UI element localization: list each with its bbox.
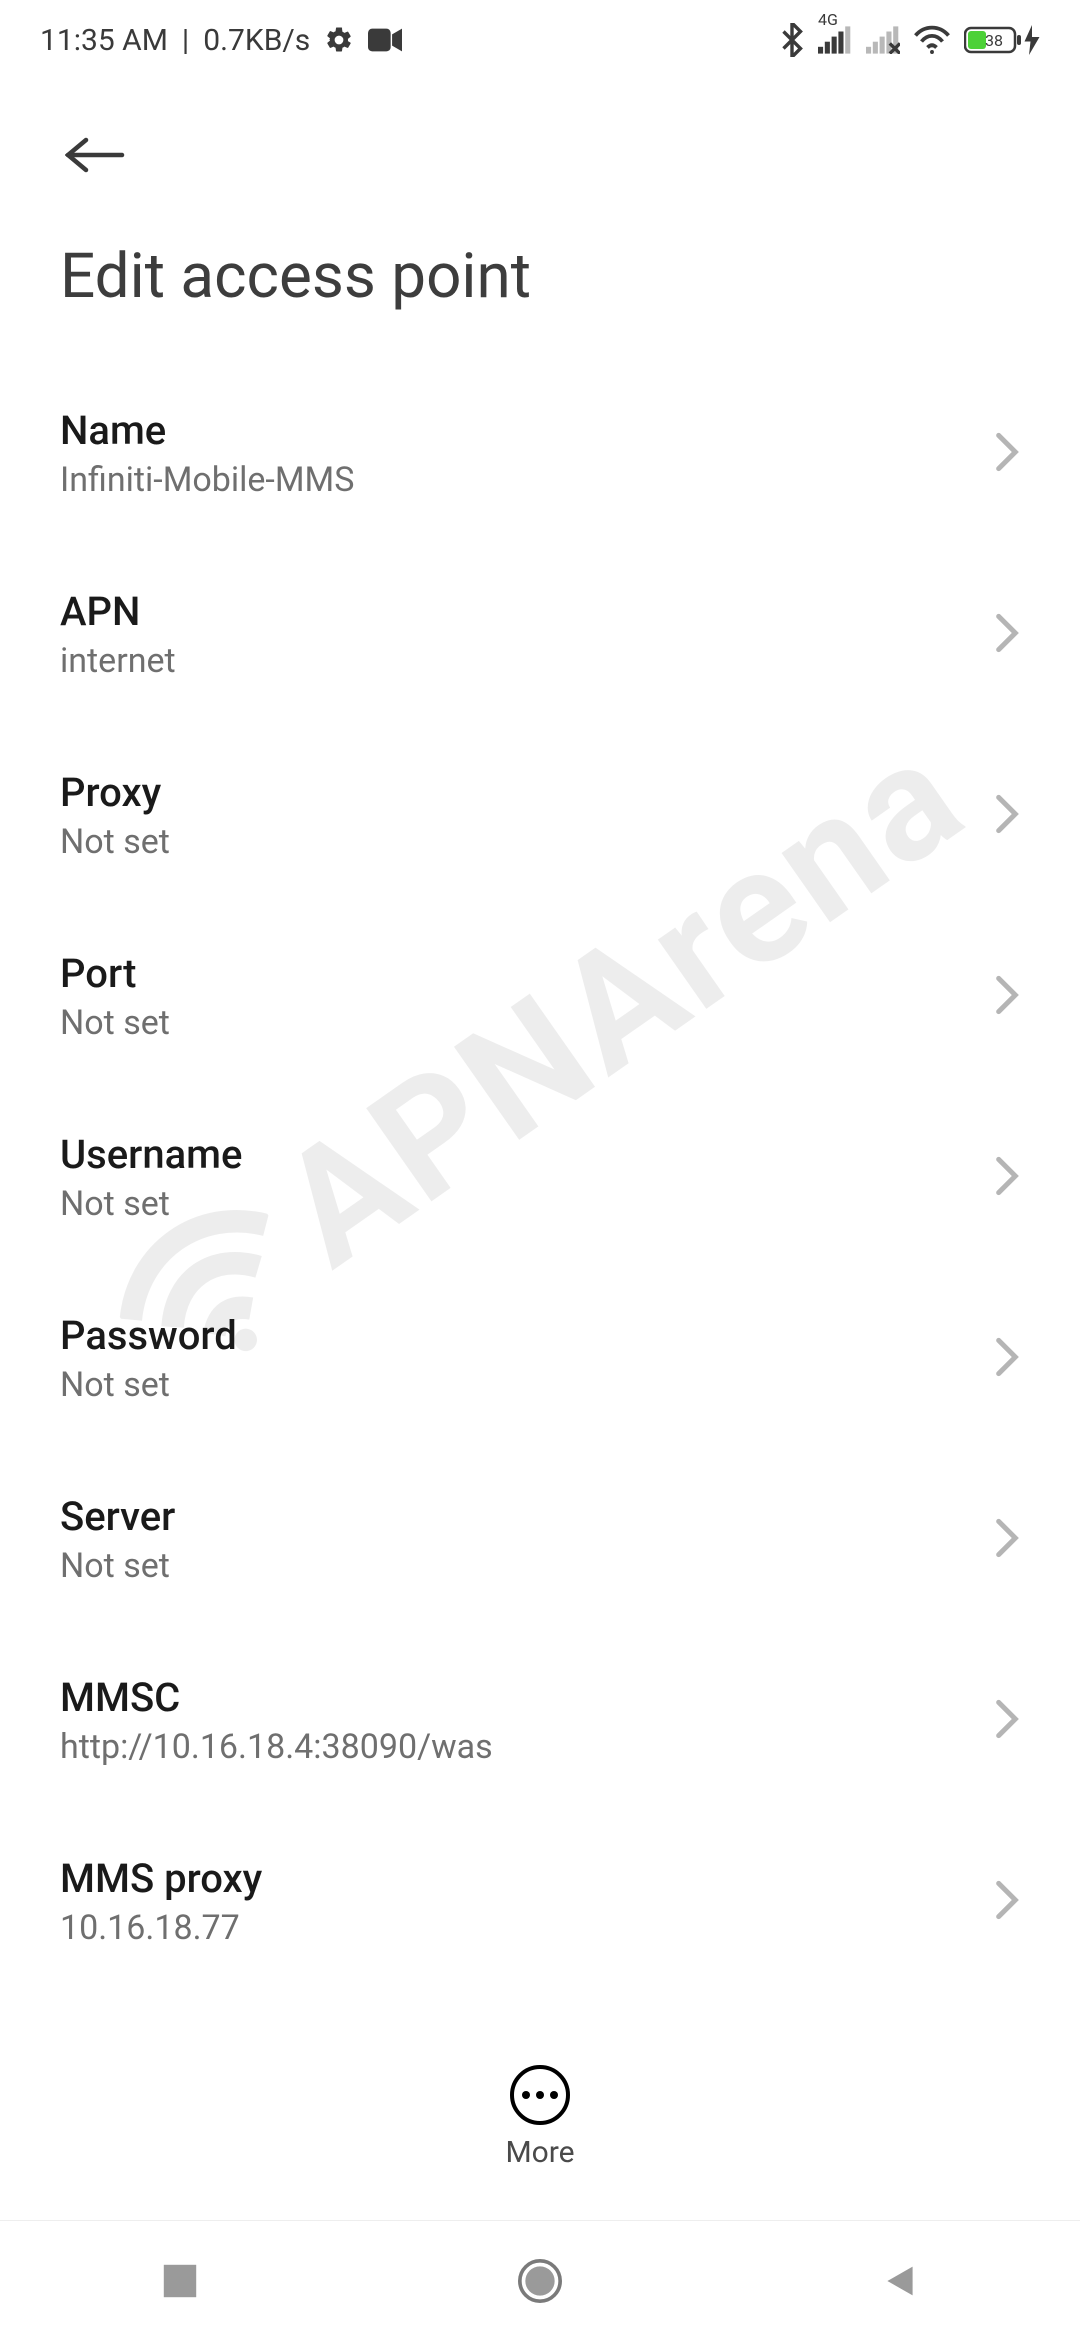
arrow-left-icon <box>65 135 125 175</box>
charging-bolt-icon <box>1024 25 1040 55</box>
setting-row-username[interactable]: Username Not set <box>0 1087 1080 1268</box>
status-bar: 11:35 AM | 0.7KB/s 4G 38 <box>0 0 1080 80</box>
bluetooth-icon <box>780 23 804 57</box>
setting-label: Proxy <box>60 769 170 816</box>
triangle-left-icon <box>882 2263 918 2299</box>
status-data-speed: 0.7KB/s <box>203 23 310 58</box>
network-type-label: 4G <box>818 10 838 29</box>
setting-value: Not set <box>60 1184 242 1224</box>
square-icon <box>162 2263 198 2299</box>
setting-text: Proxy Not set <box>60 769 170 862</box>
setting-row-name[interactable]: Name Infiniti-Mobile-MMS <box>0 363 1080 544</box>
setting-text: Server Not set <box>60 1493 175 1586</box>
wifi-icon <box>914 25 950 55</box>
chevron-right-icon <box>994 1156 1020 1200</box>
setting-label: Password <box>60 1312 237 1359</box>
chevron-right-icon <box>994 1337 1020 1381</box>
back-button[interactable] <box>60 120 130 190</box>
battery-icon: 38 <box>964 25 1040 55</box>
setting-value: Not set <box>60 822 170 862</box>
status-separator: | <box>182 23 189 58</box>
setting-text: Password Not set <box>60 1312 237 1405</box>
setting-label: MMSC <box>60 1674 493 1721</box>
setting-value: 10.16.18.77 <box>60 1908 262 1948</box>
overflow-area: More <box>0 2065 1080 2170</box>
battery-percent-text: 38 <box>985 31 1003 50</box>
setting-row-apn[interactable]: APN internet <box>0 544 1080 725</box>
setting-value: Not set <box>60 1546 175 1586</box>
setting-value: http://10.16.18.4:38090/was <box>60 1727 493 1767</box>
setting-value: Infiniti-Mobile-MMS <box>60 460 354 500</box>
setting-text: Username Not set <box>60 1131 242 1224</box>
status-time: 11:35 AM <box>40 23 168 58</box>
chevron-right-icon <box>994 1880 1020 1924</box>
setting-label: Port <box>60 950 170 997</box>
setting-label: MMS proxy <box>60 1855 262 1902</box>
setting-value: internet <box>60 641 176 681</box>
setting-value: Not set <box>60 1003 170 1043</box>
setting-text: MMSC http://10.16.18.4:38090/was <box>60 1674 493 1767</box>
system-nav-bar <box>0 2220 1080 2340</box>
setting-row-mmsc[interactable]: MMSC http://10.16.18.4:38090/was <box>0 1630 1080 1811</box>
more-button[interactable] <box>510 2065 570 2125</box>
setting-row-proxy[interactable]: Proxy Not set <box>0 725 1080 906</box>
more-label: More <box>505 2135 574 2170</box>
setting-value: Not set <box>60 1365 237 1405</box>
app-bar <box>0 80 1080 210</box>
setting-label: Name <box>60 407 354 454</box>
nav-recents-button[interactable] <box>150 2251 210 2311</box>
setting-label: Server <box>60 1493 175 1540</box>
cellular-sim1-icon: 4G <box>818 26 852 54</box>
chevron-right-icon <box>994 1699 1020 1743</box>
status-left: 11:35 AM | 0.7KB/s <box>40 23 402 58</box>
status-right: 4G 38 <box>780 23 1040 57</box>
nav-home-button[interactable] <box>510 2251 570 2311</box>
cellular-sim2-icon <box>866 26 900 54</box>
setting-row-mms-proxy[interactable]: MMS proxy 10.16.18.77 <box>0 1811 1080 1992</box>
setting-label: APN <box>60 588 176 635</box>
setting-text: APN internet <box>60 588 176 681</box>
setting-text: Port Not set <box>60 950 170 1043</box>
setting-text: Name Infiniti-Mobile-MMS <box>60 407 354 500</box>
page-title: Edit access point <box>0 210 1080 363</box>
more-dots-icon <box>522 2091 558 2099</box>
chevron-right-icon <box>994 794 1020 838</box>
nav-back-button[interactable] <box>870 2251 930 2311</box>
chevron-right-icon <box>994 975 1020 1019</box>
setting-row-server[interactable]: Server Not set <box>0 1449 1080 1630</box>
chevron-right-icon <box>994 432 1020 476</box>
chevron-right-icon <box>994 1518 1020 1562</box>
setting-label: Username <box>60 1131 242 1178</box>
camera-icon <box>368 27 402 53</box>
chevron-right-icon <box>994 613 1020 657</box>
setting-row-port[interactable]: Port Not set <box>0 906 1080 1087</box>
settings-list: Name Infiniti-Mobile-MMS APN internet Proxy N… <box>0 363 1080 1992</box>
setting-text: MMS proxy 10.16.18.77 <box>60 1855 262 1948</box>
settings-gear-icon <box>324 25 354 55</box>
circle-icon <box>518 2259 562 2303</box>
setting-row-password[interactable]: Password Not set <box>0 1268 1080 1449</box>
